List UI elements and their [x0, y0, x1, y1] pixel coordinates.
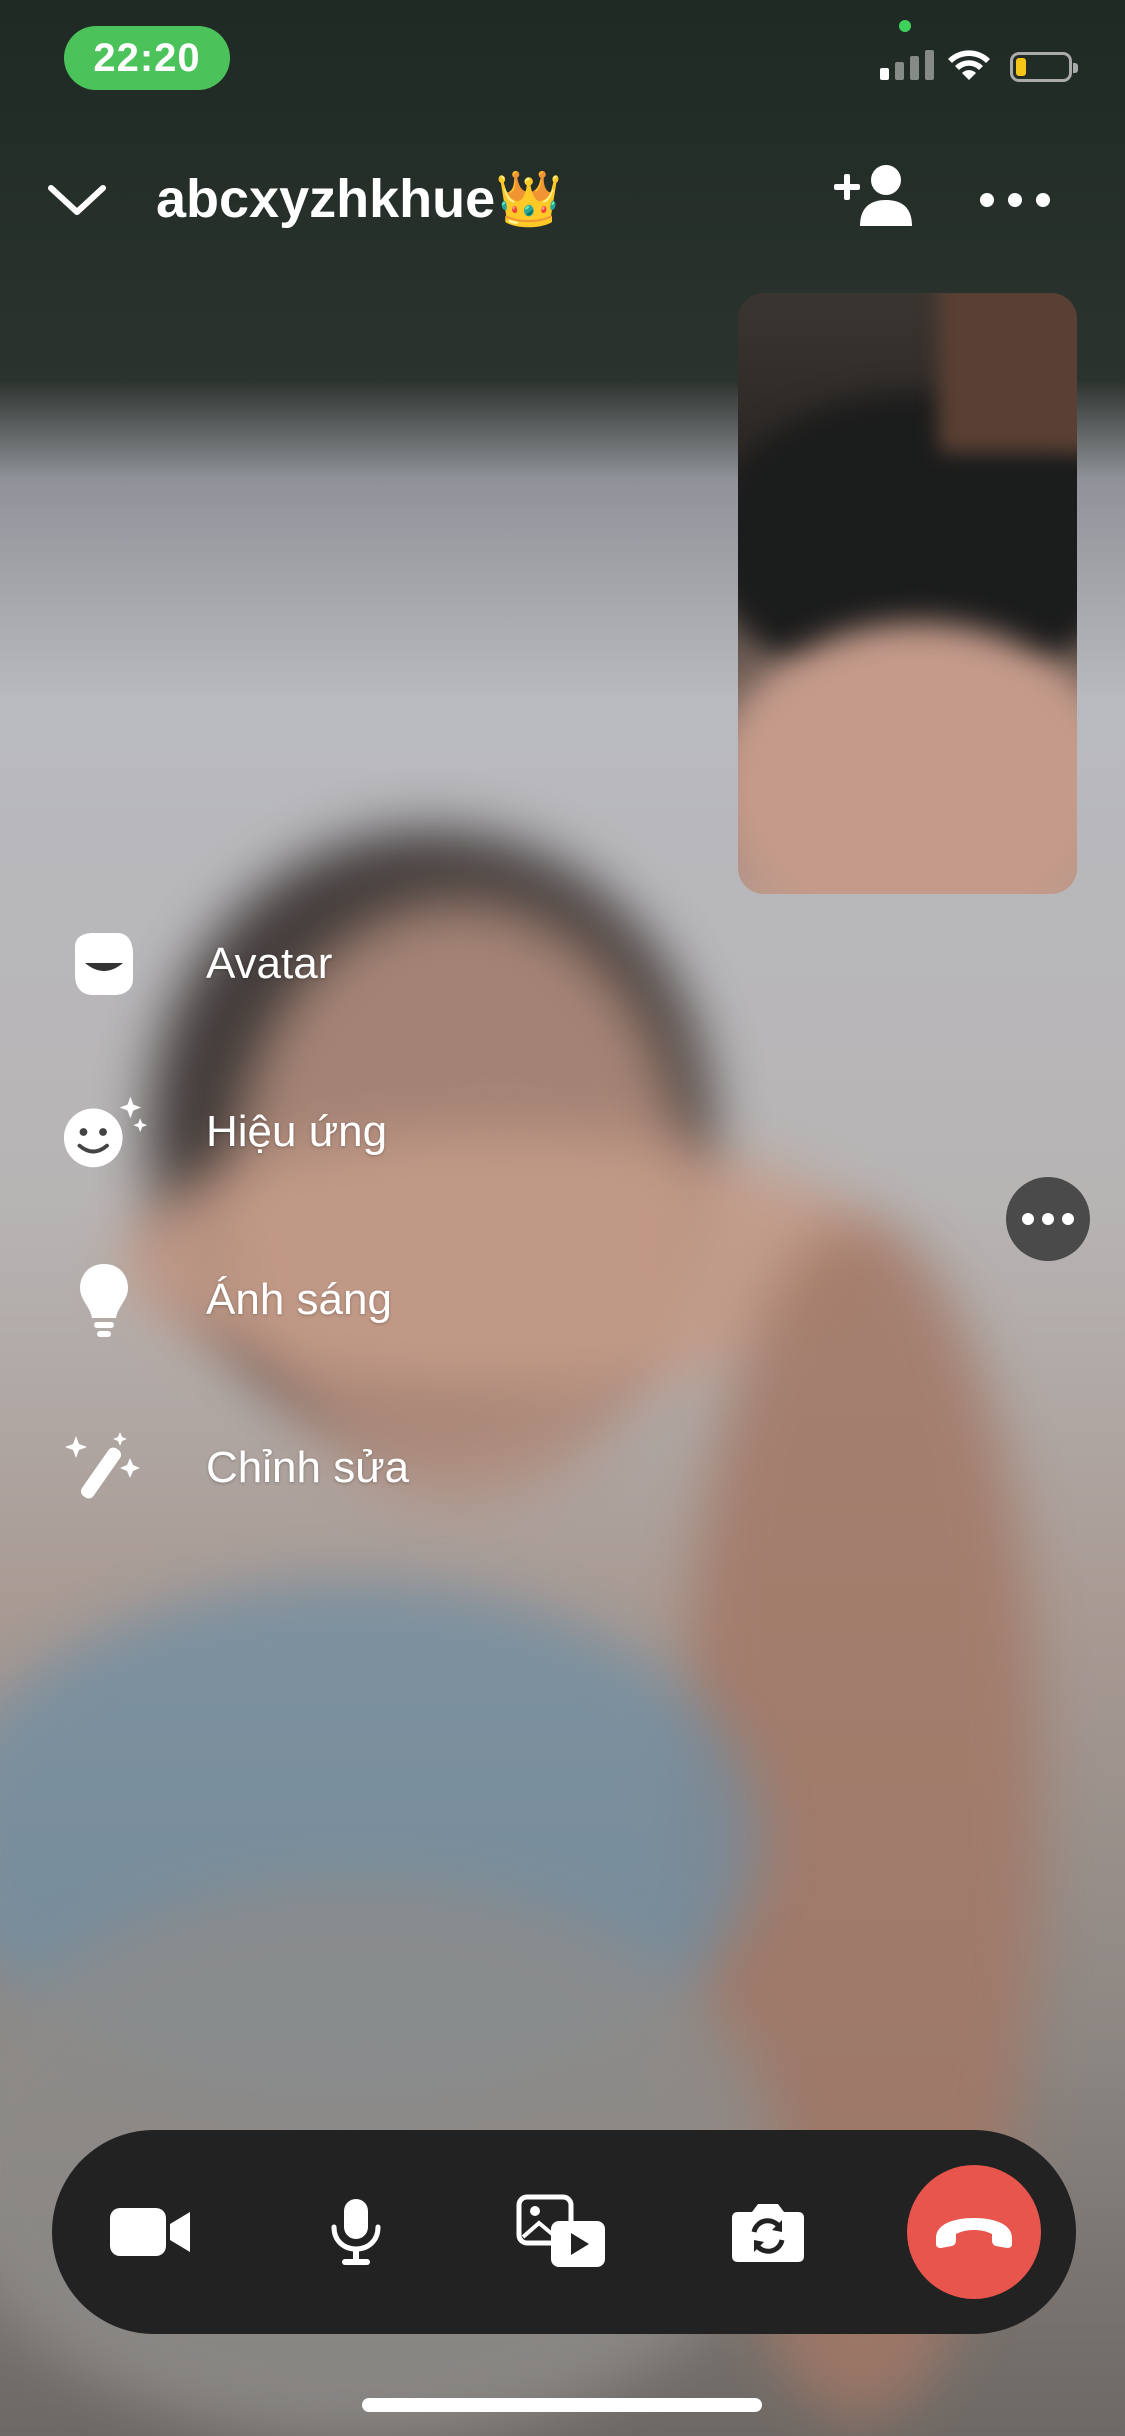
- menu-item-label: Hiệu ứng: [206, 1107, 388, 1156]
- status-time: 22:20: [64, 26, 230, 90]
- add-person-icon: [834, 165, 912, 226]
- status-bar: 22:20: [0, 0, 1125, 120]
- self-view-door: [938, 293, 1077, 453]
- menu-item-effects[interactable]: Hiệu ứng: [60, 1048, 660, 1216]
- cellular-signal-icon: [880, 50, 934, 80]
- avatar-icon: [60, 920, 148, 1008]
- video-camera-icon: [110, 2208, 190, 2256]
- menu-item-edit[interactable]: Chỉnh sửa: [60, 1384, 660, 1552]
- switch-camera-button[interactable]: [730, 2200, 806, 2264]
- camera-in-use-indicator: [899, 20, 911, 32]
- share-media-button[interactable]: [515, 2193, 609, 2271]
- magic-wand-icon: [60, 1424, 148, 1512]
- menu-item-label: Chỉnh sửa: [206, 1443, 410, 1492]
- more-options-icon: [980, 193, 994, 207]
- call-controls-bar: [52, 2130, 1076, 2334]
- effects-menu: Avatar Hiệu ứng Ánh sáng Chỉnh sửa: [60, 880, 660, 1552]
- add-person-button[interactable]: [830, 160, 918, 240]
- toggle-video-button[interactable]: [108, 2204, 192, 2260]
- battery-icon: [1010, 52, 1078, 82]
- lightbulb-icon: [60, 1256, 148, 1344]
- more-options-button[interactable]: [980, 170, 1050, 230]
- chevron-down-icon: [48, 185, 106, 215]
- effects-icon: [60, 1088, 148, 1176]
- self-view-face: [738, 623, 1077, 894]
- self-view-video[interactable]: [738, 293, 1077, 894]
- media-share-icon: [516, 2194, 605, 2267]
- menu-item-label: Ánh sáng: [206, 1275, 392, 1324]
- end-call-icon: [936, 2218, 1012, 2248]
- home-indicator[interactable]: [362, 2398, 762, 2412]
- toggle-microphone-button[interactable]: [328, 2197, 384, 2267]
- video-call-screen: 22:20 abcxyzhkhue👑 Avatar Hiệu ứng Ánh s…: [0, 0, 1125, 2436]
- switch-camera-icon: [732, 2204, 804, 2262]
- end-call-button[interactable]: [907, 2165, 1041, 2299]
- more-horizontal-icon: [1022, 1213, 1034, 1225]
- menu-item-label: Avatar: [206, 939, 333, 988]
- microphone-icon: [331, 2199, 381, 2265]
- call-header: abcxyzhkhue👑: [0, 150, 1125, 250]
- minimize-button[interactable]: [40, 170, 114, 230]
- wifi-icon: [948, 50, 990, 80]
- call-participant-name: abcxyzhkhue👑: [156, 169, 563, 229]
- side-more-button[interactable]: [1006, 1177, 1090, 1261]
- menu-item-avatar[interactable]: Avatar: [60, 880, 660, 1048]
- menu-item-lighting[interactable]: Ánh sáng: [60, 1216, 660, 1384]
